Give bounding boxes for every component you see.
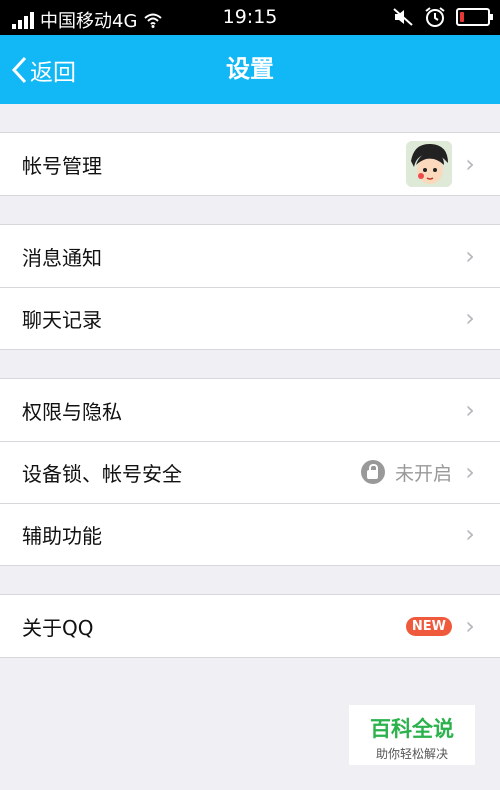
- privacy-row[interactable]: 权限与隐私 ›: [0, 379, 500, 441]
- about-qq-row[interactable]: 关于QQ NEW ›: [0, 595, 500, 657]
- chevron-right-icon: ›: [465, 612, 475, 640]
- alarm-icon: [425, 7, 445, 27]
- notifications-row[interactable]: 消息通知 ›: [0, 225, 500, 287]
- chevron-right-icon: ›: [465, 304, 475, 332]
- new-badge: NEW: [405, 616, 452, 636]
- row-label: 关于QQ: [22, 615, 94, 640]
- avatar: [406, 141, 452, 187]
- watermark-title: 百科全说: [370, 717, 454, 741]
- page-title: 设置: [226, 55, 274, 83]
- account-management-row[interactable]: 帐号管理 ›: [0, 133, 500, 195]
- lock-icon: [360, 460, 385, 484]
- status-bar: 中国移动4G 19:15: [0, 0, 500, 35]
- battery-icon: [456, 8, 493, 26]
- row-label: 权限与隐私: [22, 399, 122, 424]
- row-label: 辅助功能: [22, 523, 102, 548]
- chevron-right-icon: ›: [465, 150, 475, 178]
- chevron-right-icon: ›: [465, 242, 475, 270]
- device-lock-row[interactable]: 设备锁、帐号安全 未开启 ›: [0, 441, 500, 503]
- chevron-right-icon: ›: [465, 458, 475, 486]
- chevron-right-icon: ›: [465, 396, 475, 424]
- row-label: 消息通知: [22, 245, 102, 270]
- settings-group-security: 权限与隐私 › 设备锁、帐号安全 未开启 › 辅助功能 ›: [0, 378, 500, 566]
- row-label: 帐号管理: [22, 153, 102, 178]
- chevron-right-icon: ›: [465, 520, 475, 548]
- accessibility-row[interactable]: 辅助功能 ›: [0, 503, 500, 565]
- settings-group-account: 帐号管理 ›: [0, 132, 500, 196]
- watermark: 百科全说 助你轻松解决: [349, 705, 475, 765]
- watermark-subtitle: 助你轻松解决: [375, 747, 448, 761]
- device-lock-status: 未开启: [394, 462, 452, 485]
- settings-group-about: 关于QQ NEW ›: [0, 594, 500, 658]
- row-label: 聊天记录: [22, 307, 102, 332]
- mute-icon: [393, 8, 413, 26]
- settings-group-messages: 消息通知 › 聊天记录 ›: [0, 224, 500, 350]
- nav-bar: 返回 设置: [0, 35, 500, 104]
- chat-history-row[interactable]: 聊天记录 ›: [0, 287, 500, 349]
- row-label: 设备锁、帐号安全: [22, 461, 182, 486]
